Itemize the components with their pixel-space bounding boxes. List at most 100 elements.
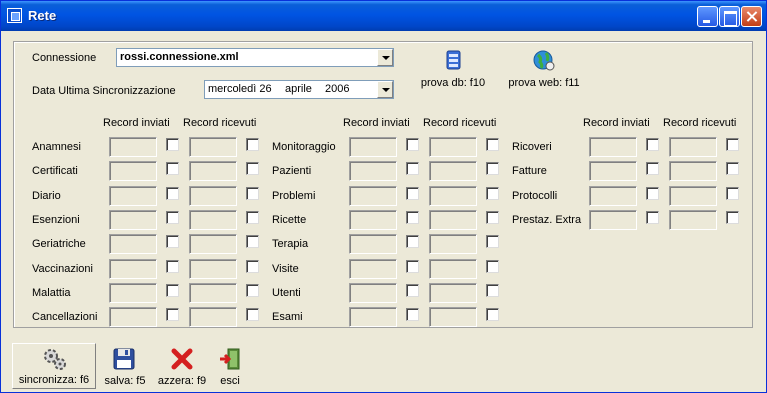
records-received-checkbox[interactable]: [246, 308, 259, 321]
connection-label: Connessione: [32, 52, 97, 64]
records-sent-field: [349, 210, 397, 230]
records-sent-field: [589, 210, 637, 230]
records-sent-field: [589, 186, 637, 206]
connection-value: rossi.connessione.xml: [120, 51, 239, 63]
records-received-field: [189, 259, 237, 279]
records-sent-field: [589, 137, 637, 157]
record-type-label: Visite: [272, 263, 299, 275]
records-received-field: [189, 234, 237, 254]
records-sent-checkbox[interactable]: [166, 308, 179, 321]
record-type-label: Diario: [32, 190, 61, 202]
sync-date-day: mercoledì 26: [208, 83, 272, 95]
records-received-checkbox[interactable]: [486, 284, 499, 297]
records-sent-checkbox[interactable]: [646, 162, 659, 175]
records-received-field: [429, 137, 477, 157]
record-type-label: Ricoveri: [512, 141, 552, 153]
record-type-label: Esami: [272, 311, 303, 323]
record-type-label: Certificati: [32, 165, 78, 177]
records-received-checkbox[interactable]: [726, 162, 739, 175]
records-received-field: [189, 186, 237, 206]
title-bar[interactable]: Rete: [1, 1, 766, 31]
records-sent-checkbox[interactable]: [166, 260, 179, 273]
chevron-down-icon[interactable]: [377, 81, 393, 98]
record-type-label: Problemi: [272, 190, 316, 202]
records-sent-field: [109, 186, 157, 206]
records-sent-field: [349, 283, 397, 303]
save-label: salva: f5: [104, 375, 146, 387]
records-received-checkbox[interactable]: [246, 162, 259, 175]
record-type-label: Esenzioni: [32, 214, 80, 226]
records-sent-checkbox[interactable]: [406, 162, 419, 175]
records-sent-checkbox[interactable]: [406, 138, 419, 151]
records-sent-checkbox[interactable]: [646, 211, 659, 224]
records-sent-checkbox[interactable]: [646, 138, 659, 151]
records-sent-checkbox[interactable]: [166, 138, 179, 151]
records-sent-field: [349, 137, 397, 157]
chevron-down-icon[interactable]: [377, 49, 393, 66]
records-sent-field: [109, 161, 157, 181]
record-type-label: Monitoraggio: [272, 141, 336, 153]
records-received-checkbox[interactable]: [246, 211, 259, 224]
sync-button[interactable]: sincronizza: f6: [12, 343, 96, 389]
records-received-field: [429, 234, 477, 254]
records-received-checkbox[interactable]: [486, 187, 499, 200]
records-sent-checkbox[interactable]: [406, 187, 419, 200]
exit-button[interactable]: esci: [213, 345, 247, 389]
records-received-checkbox[interactable]: [246, 138, 259, 151]
records-received-checkbox[interactable]: [486, 211, 499, 224]
record-type-label: Protocolli: [512, 190, 558, 202]
records-received-checkbox[interactable]: [246, 187, 259, 200]
records-sent-checkbox[interactable]: [166, 284, 179, 297]
test-db-label: prova db: f10: [420, 77, 486, 89]
records-sent-field: [109, 210, 157, 230]
sync-date-picker[interactable]: mercoledì 26 aprile 2006: [204, 80, 394, 99]
floppy-disk-icon: [113, 348, 135, 370]
window-title: Rete: [28, 8, 57, 23]
records-received-field: [189, 161, 237, 181]
record-type-label: Anamnesi: [32, 141, 81, 153]
records-received-checkbox[interactable]: [486, 162, 499, 175]
records-sent-checkbox[interactable]: [166, 235, 179, 248]
maximize-button[interactable]: [719, 6, 740, 27]
records-sent-field: [589, 161, 637, 181]
records-sent-field: [109, 137, 157, 157]
records-sent-checkbox[interactable]: [406, 308, 419, 321]
records-received-checkbox[interactable]: [486, 235, 499, 248]
sync-date-label: Data Ultima Sincronizzazione: [32, 85, 176, 97]
records-received-checkbox[interactable]: [246, 284, 259, 297]
minimize-button[interactable]: [697, 6, 718, 27]
test-web-label: prova web: f11: [508, 77, 580, 89]
records-received-checkbox[interactable]: [246, 260, 259, 273]
save-button[interactable]: salva: f5: [101, 345, 149, 389]
records-received-field: [669, 161, 717, 181]
record-type-label: Utenti: [272, 287, 301, 299]
record-type-label: Vaccinazioni: [32, 263, 93, 275]
records-sent-checkbox[interactable]: [166, 162, 179, 175]
record-type-label: Ricette: [272, 214, 307, 226]
test-db-button[interactable]: prova db: f10: [417, 47, 489, 91]
records-received-checkbox[interactable]: [486, 260, 499, 273]
close-button[interactable]: [741, 6, 762, 27]
records-received-checkbox[interactable]: [486, 308, 499, 321]
sync-label: sincronizza: f6: [18, 374, 90, 386]
record-type-label: Fatture: [512, 165, 547, 177]
records-sent-checkbox[interactable]: [406, 260, 419, 273]
test-web-button[interactable]: prova web: f11: [506, 47, 582, 91]
sync-date-month: aprile: [285, 83, 312, 95]
records-received-checkbox[interactable]: [726, 211, 739, 224]
records-sent-checkbox[interactable]: [646, 187, 659, 200]
records-sent-checkbox[interactable]: [406, 284, 419, 297]
records-received-checkbox[interactable]: [726, 187, 739, 200]
records-sent-checkbox[interactable]: [166, 211, 179, 224]
records-sent-checkbox[interactable]: [406, 235, 419, 248]
app-icon: [7, 8, 22, 23]
records-sent-checkbox[interactable]: [166, 187, 179, 200]
records-received-checkbox[interactable]: [246, 235, 259, 248]
connection-select[interactable]: rossi.connessione.xml: [116, 48, 394, 67]
reset-button[interactable]: azzera: f9: [154, 345, 210, 389]
records-sent-checkbox[interactable]: [406, 211, 419, 224]
records-received-checkbox[interactable]: [726, 138, 739, 151]
records-sent-field: [109, 307, 157, 327]
records-received-checkbox[interactable]: [486, 138, 499, 151]
record-type-label: Malattia: [32, 287, 71, 299]
